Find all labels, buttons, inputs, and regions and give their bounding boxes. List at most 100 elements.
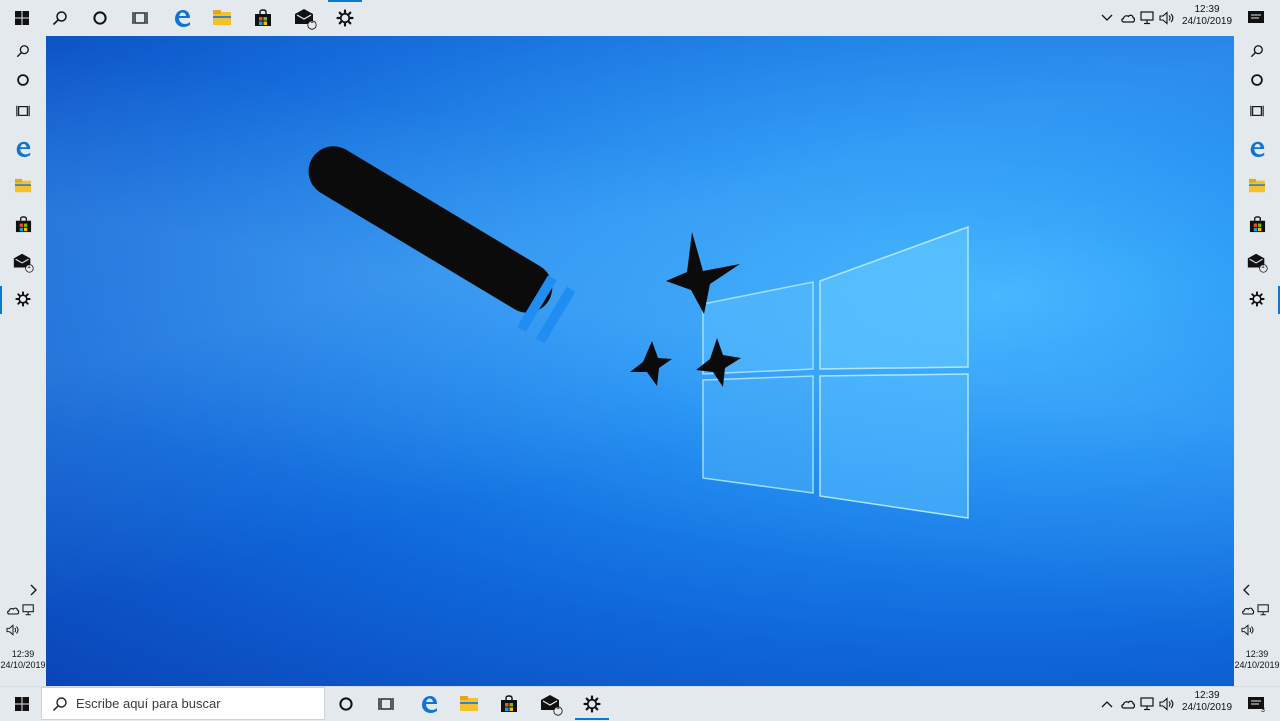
task-view-icon bbox=[378, 698, 394, 710]
volume-button[interactable] bbox=[3, 614, 23, 646]
task-view-button[interactable] bbox=[124, 2, 156, 34]
task-view-button[interactable] bbox=[1241, 95, 1273, 127]
clock[interactable]: 12:39 24/10/2019 bbox=[1178, 690, 1236, 714]
action-center-button[interactable] bbox=[1240, 2, 1272, 34]
search-icon bbox=[16, 45, 29, 58]
cortana-button[interactable] bbox=[1241, 64, 1273, 96]
clock-time: 12:39 bbox=[11, 649, 35, 659]
edge-icon bbox=[1250, 141, 1265, 158]
store-button[interactable] bbox=[7, 208, 39, 240]
clock-date: 24/10/2019 bbox=[1181, 16, 1233, 27]
task-view-button[interactable] bbox=[7, 95, 39, 127]
show-hidden-icons-button[interactable] bbox=[1099, 2, 1115, 34]
speaker-icon bbox=[1241, 624, 1254, 636]
gear-icon bbox=[583, 695, 601, 713]
windows-logo-window bbox=[702, 225, 969, 519]
clock-date: 24/10/2019 bbox=[0, 660, 46, 670]
settings-button[interactable] bbox=[7, 283, 39, 315]
mail-button[interactable]: 1 bbox=[535, 688, 567, 720]
store-button[interactable] bbox=[493, 688, 525, 720]
gear-icon bbox=[15, 291, 31, 307]
cortana-icon bbox=[1251, 74, 1263, 86]
chevron-down-icon bbox=[1101, 14, 1113, 21]
onedrive-button[interactable] bbox=[1119, 2, 1137, 34]
search-input[interactable]: Escribe aquí para buscar bbox=[41, 687, 325, 720]
mail-badge: 1 bbox=[310, 18, 314, 25]
volume-button[interactable] bbox=[1158, 688, 1176, 720]
search-icon bbox=[52, 696, 67, 711]
taskbar-top: 1 12:39 24/10/2019 bbox=[0, 0, 1280, 36]
settings-button[interactable] bbox=[1241, 283, 1273, 315]
file-explorer-button[interactable] bbox=[453, 688, 485, 720]
search-button[interactable] bbox=[44, 2, 76, 34]
action-center-button[interactable]: 3 bbox=[1240, 688, 1272, 720]
network-button[interactable] bbox=[1139, 688, 1157, 720]
cortana-button[interactable] bbox=[330, 688, 362, 720]
search-placeholder: Escribe aquí para buscar bbox=[76, 696, 221, 711]
network-button[interactable] bbox=[1139, 2, 1157, 34]
cortana-icon bbox=[17, 74, 29, 86]
file-explorer-button[interactable] bbox=[7, 170, 39, 202]
clock[interactable]: 12:39 24/10/2019 bbox=[1234, 649, 1280, 671]
settings-button[interactable] bbox=[576, 688, 608, 720]
task-view-icon bbox=[16, 105, 30, 117]
mail-badge: 1 bbox=[27, 263, 31, 270]
cloud-icon bbox=[1121, 14, 1136, 23]
active-app-indicator bbox=[328, 0, 362, 2]
sparkle-icon bbox=[630, 341, 672, 386]
clock-date: 24/10/2019 bbox=[1181, 702, 1233, 713]
network-icon bbox=[1140, 697, 1154, 711]
active-app-indicator bbox=[0, 286, 2, 314]
clock-date: 24/10/2019 bbox=[1234, 660, 1280, 670]
store-icon bbox=[1249, 215, 1265, 232]
clock-time: 12:39 bbox=[1194, 4, 1220, 15]
start-button[interactable] bbox=[6, 2, 38, 34]
mail-button[interactable]: 1 bbox=[289, 2, 321, 34]
speaker-icon bbox=[1159, 11, 1174, 25]
start-button[interactable] bbox=[6, 688, 38, 720]
gear-icon bbox=[1249, 291, 1265, 307]
volume-button[interactable] bbox=[1238, 614, 1258, 646]
edge-button[interactable] bbox=[1241, 133, 1273, 165]
volume-button[interactable] bbox=[1158, 2, 1176, 34]
windows-logo-icon bbox=[15, 11, 29, 25]
folder-icon bbox=[15, 178, 31, 193]
store-icon bbox=[501, 695, 517, 712]
taskbar-right: 1 12:39 24/10/2019 bbox=[1234, 36, 1280, 686]
onedrive-button[interactable] bbox=[1119, 688, 1137, 720]
windows-logo-icon bbox=[15, 697, 29, 711]
speaker-icon bbox=[6, 624, 19, 636]
edge-icon bbox=[422, 696, 437, 713]
mail-button[interactable]: 1 bbox=[1241, 246, 1273, 278]
cortana-button[interactable] bbox=[84, 2, 116, 34]
network-icon bbox=[1140, 11, 1154, 25]
search-button[interactable] bbox=[7, 35, 39, 67]
clock-time: 12:39 bbox=[1245, 649, 1269, 659]
store-button[interactable] bbox=[1241, 208, 1273, 240]
edge-button[interactable] bbox=[7, 133, 39, 165]
edge-button[interactable] bbox=[166, 2, 198, 34]
cortana-button[interactable] bbox=[7, 64, 39, 96]
task-view-button[interactable] bbox=[370, 688, 402, 720]
mail-badge: 1 bbox=[556, 704, 560, 711]
search-icon bbox=[1250, 45, 1263, 58]
speaker-icon bbox=[1159, 697, 1174, 711]
store-icon bbox=[15, 215, 31, 232]
task-view-icon bbox=[132, 12, 148, 24]
notification-badge: 3 bbox=[1261, 707, 1265, 714]
magic-wand-icon bbox=[308, 146, 576, 344]
taskbar-left: 1 12:39 24/10/2019 bbox=[0, 36, 46, 686]
search-button[interactable] bbox=[1241, 35, 1273, 67]
settings-button[interactable] bbox=[329, 2, 361, 34]
store-button[interactable] bbox=[247, 2, 279, 34]
clock[interactable]: 12:39 24/10/2019 bbox=[1178, 4, 1236, 28]
folder-icon bbox=[213, 10, 231, 25]
edge-button[interactable] bbox=[413, 688, 445, 720]
clock[interactable]: 12:39 24/10/2019 bbox=[0, 649, 46, 671]
store-icon bbox=[255, 9, 271, 26]
file-explorer-button[interactable] bbox=[1241, 170, 1273, 202]
clock-time: 12:39 bbox=[1194, 690, 1220, 701]
show-hidden-icons-button[interactable] bbox=[1099, 688, 1115, 720]
file-explorer-button[interactable] bbox=[206, 2, 238, 34]
mail-button[interactable]: 1 bbox=[7, 246, 39, 278]
